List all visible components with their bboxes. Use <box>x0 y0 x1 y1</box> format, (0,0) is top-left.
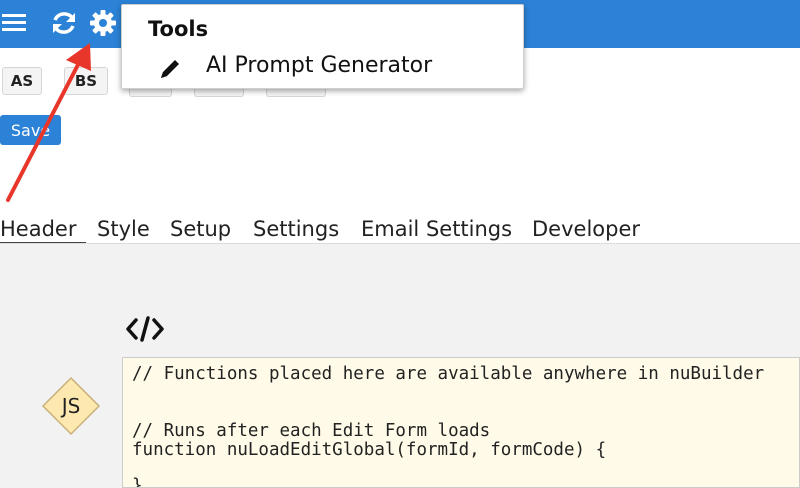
tab-setup[interactable]: Setup <box>170 214 231 245</box>
tab-bar: Header Style Setup Settings Email Settin… <box>0 214 800 245</box>
pencil-icon <box>161 60 179 78</box>
bs-button[interactable]: BS <box>64 67 108 95</box>
refresh-icon[interactable] <box>49 8 79 38</box>
menu-item-label: AI Prompt Generator <box>206 53 433 78</box>
js-badge: JS <box>41 376 101 436</box>
gear-icon[interactable] <box>88 8 118 38</box>
tab-developer[interactable]: Developer <box>532 214 640 245</box>
tab-header[interactable]: Header <box>0 214 86 245</box>
code-line: } <box>132 476 143 488</box>
code-editor[interactable]: // Functions placed here are available a… <box>122 357 800 488</box>
tab-style[interactable]: Style <box>97 214 150 245</box>
save-button[interactable]: Save <box>0 115 61 145</box>
tab-settings[interactable]: Settings <box>253 214 339 245</box>
menu-item-ai-prompt-generator[interactable]: AI Prompt Generator <box>122 51 523 85</box>
code-line: // Functions placed here are available a… <box>132 364 765 384</box>
dropdown-title: Tools <box>148 17 209 41</box>
as-button[interactable]: AS <box>2 67 42 95</box>
code-icon <box>126 316 164 342</box>
tab-email-settings[interactable]: Email Settings <box>361 214 512 245</box>
tools-dropdown-menu: Tools AI Prompt Generator <box>121 4 524 89</box>
badge-label: JS <box>61 394 81 418</box>
code-line: // Runs after each Edit Form loads <box>132 421 491 441</box>
code-line: function nuLoadEditGlobal(formId, formCo… <box>132 440 607 460</box>
menu-icon[interactable] <box>0 8 30 38</box>
